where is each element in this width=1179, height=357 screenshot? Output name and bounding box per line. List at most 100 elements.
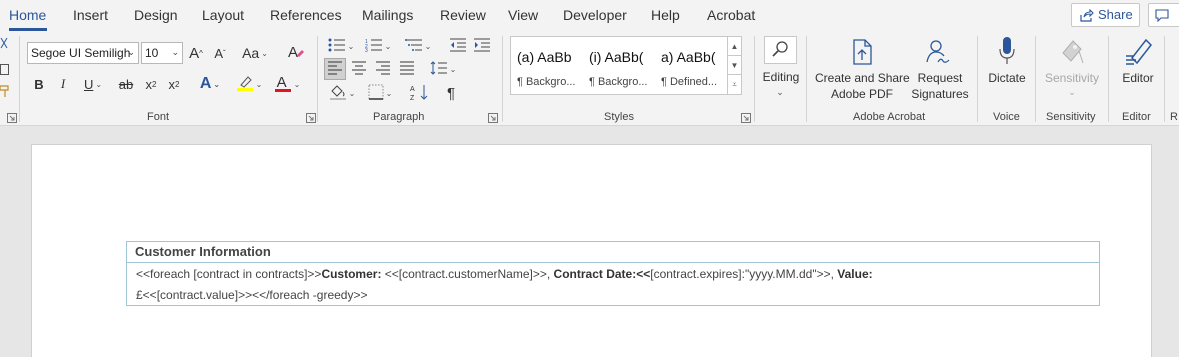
- text-effects-label: A: [199, 75, 212, 92]
- center-button[interactable]: [348, 58, 370, 80]
- align-left-button[interactable]: [324, 58, 346, 80]
- cut-off-group-label: R: [1170, 111, 1178, 123]
- grow-font-label: A: [189, 44, 200, 62]
- tab-developer[interactable]: Developer: [563, 7, 627, 23]
- font-name-combo[interactable]: Segoe UI Semiligh ⌄: [27, 42, 139, 64]
- italic-button[interactable]: I: [54, 74, 72, 94]
- microphone-icon: [997, 36, 1017, 69]
- editor-label: Editor: [1122, 71, 1154, 85]
- font-size-combo[interactable]: 10 ⌄: [141, 42, 183, 64]
- subscript-button[interactable]: x2: [142, 74, 160, 94]
- font-group-label: Font: [147, 111, 170, 123]
- tab-layout[interactable]: Layout: [202, 7, 244, 23]
- justify-icon: [399, 61, 415, 78]
- table-row[interactable]: £<<[contract.value]>><</foreach -greedy>…: [136, 288, 368, 302]
- sensitivity-button[interactable]: [1058, 36, 1086, 68]
- shading-button[interactable]: ⌄: [326, 82, 358, 104]
- show-hide-marks-button[interactable]: ¶: [440, 82, 462, 104]
- styles-gallery-scroller: ▲ ▼ ⩡: [728, 36, 742, 95]
- editing-label: Editing: [762, 70, 800, 84]
- paragraph-launcher-icon[interactable]: [488, 112, 498, 123]
- underline-button[interactable]: U ⌄: [78, 74, 108, 94]
- separator: [1164, 36, 1165, 122]
- create-share-label-2: Adobe PDF: [830, 87, 894, 101]
- separator: [977, 36, 978, 122]
- grow-font-button[interactable]: A ^: [186, 42, 206, 64]
- table-row[interactable]: <<foreach [contract in contracts]>>Custo…: [136, 267, 873, 281]
- font-size-value: 10: [145, 46, 159, 60]
- numbering-button[interactable]: 1 2 3 ⌄: [362, 36, 394, 56]
- tab-home[interactable]: Home: [9, 7, 46, 23]
- dictate-label: Dictate: [988, 71, 1026, 85]
- sensitivity-label-icon: [1059, 37, 1085, 68]
- separator: [317, 36, 318, 122]
- editor-pen-icon: [1124, 36, 1154, 69]
- cut-icon[interactable]: [0, 36, 8, 50]
- bullets-button[interactable]: ⌄: [325, 36, 357, 56]
- ribbon-tab-bar: Home Insert Design Layout References Mai…: [0, 0, 1179, 32]
- justify-button[interactable]: [396, 58, 418, 80]
- tab-insert[interactable]: Insert: [73, 7, 108, 23]
- request-signatures-button[interactable]: [922, 38, 952, 68]
- pdf-share-icon: [850, 38, 874, 69]
- adobe-group-label: Adobe Acrobat: [853, 111, 926, 123]
- paint-bucket-icon: [329, 83, 347, 104]
- tab-view[interactable]: View: [508, 7, 538, 23]
- borders-button[interactable]: ⌄: [364, 82, 396, 104]
- align-center-icon: [351, 61, 367, 78]
- paragraph-group-label: Paragraph: [373, 111, 425, 123]
- line-spacing-button[interactable]: ⌄: [427, 58, 459, 80]
- font-color-button[interactable]: A ⌄: [271, 74, 303, 94]
- multilevel-list-icon: [404, 38, 423, 55]
- tab-review[interactable]: Review: [440, 7, 486, 23]
- shrink-font-button[interactable]: Aˇ: [210, 42, 230, 64]
- change-case-button[interactable]: Aa ⌄: [240, 42, 270, 64]
- styles-gallery: (a) AaBb ¶ Backgro... (i) AaBb( ¶ Backgr…: [510, 36, 728, 95]
- share-icon: [1080, 8, 1094, 25]
- gallery-scroll-down-icon[interactable]: ▼: [728, 56, 741, 75]
- style-item[interactable]: a) AaBb( ¶ Defined...: [655, 37, 727, 94]
- font-color-icon: A: [274, 74, 292, 94]
- text-effects-button[interactable]: A ⌄: [196, 74, 224, 94]
- style-item[interactable]: (i) AaBb( ¶ Backgro...: [583, 37, 655, 94]
- clear-formatting-button[interactable]: A: [286, 42, 306, 64]
- decrease-indent-icon: [449, 38, 467, 55]
- tab-design[interactable]: Design: [134, 7, 178, 23]
- highlight-color-button[interactable]: ⌄: [233, 74, 265, 94]
- bold-button[interactable]: B: [30, 74, 48, 94]
- decrease-indent-button[interactable]: [447, 36, 469, 56]
- font-name-value: Segoe UI Semiligh: [31, 46, 131, 60]
- copy-icon[interactable]: [0, 62, 10, 76]
- increase-indent-button[interactable]: [471, 36, 493, 56]
- create-share-pdf-button[interactable]: [848, 38, 876, 68]
- clipboard-launcher-icon[interactable]: [7, 112, 17, 123]
- document-page[interactable]: Customer Information <<foreach [contract…: [31, 144, 1152, 357]
- gallery-more-icon[interactable]: ⩡: [728, 75, 741, 94]
- editor-button[interactable]: [1124, 36, 1154, 68]
- tab-help[interactable]: Help: [651, 7, 680, 23]
- table-header-cell[interactable]: Customer Information: [127, 242, 1099, 263]
- align-right-button[interactable]: [372, 58, 394, 80]
- font-launcher-icon[interactable]: [306, 112, 316, 123]
- sort-icon: AZ: [410, 83, 430, 104]
- editing-button[interactable]: [764, 36, 797, 64]
- change-case-label: Aa: [242, 45, 260, 61]
- tab-mailings[interactable]: Mailings: [362, 7, 413, 23]
- styles-launcher-icon[interactable]: [741, 112, 751, 123]
- gallery-scroll-up-icon[interactable]: ▲: [728, 37, 741, 56]
- dictate-button[interactable]: [993, 36, 1021, 68]
- bold-text: Customer:: [321, 267, 382, 281]
- format-painter-icon[interactable]: [0, 84, 10, 98]
- tab-references[interactable]: References: [270, 7, 342, 23]
- clear-formatting-icon: A: [287, 43, 305, 64]
- multilevel-list-button[interactable]: ⌄: [401, 36, 435, 56]
- superscript-button[interactable]: x2: [165, 74, 183, 94]
- strikethrough-button[interactable]: ab: [116, 74, 136, 94]
- bullet-list-icon: [328, 38, 346, 55]
- svg-text:Z: Z: [410, 95, 415, 101]
- sort-button[interactable]: AZ: [409, 82, 431, 104]
- tab-acrobat[interactable]: Acrobat: [707, 7, 755, 23]
- style-item[interactable]: (a) AaBb ¶ Backgro...: [511, 37, 583, 94]
- share-button[interactable]: Share: [1071, 3, 1140, 27]
- comments-button[interactable]: [1148, 3, 1179, 27]
